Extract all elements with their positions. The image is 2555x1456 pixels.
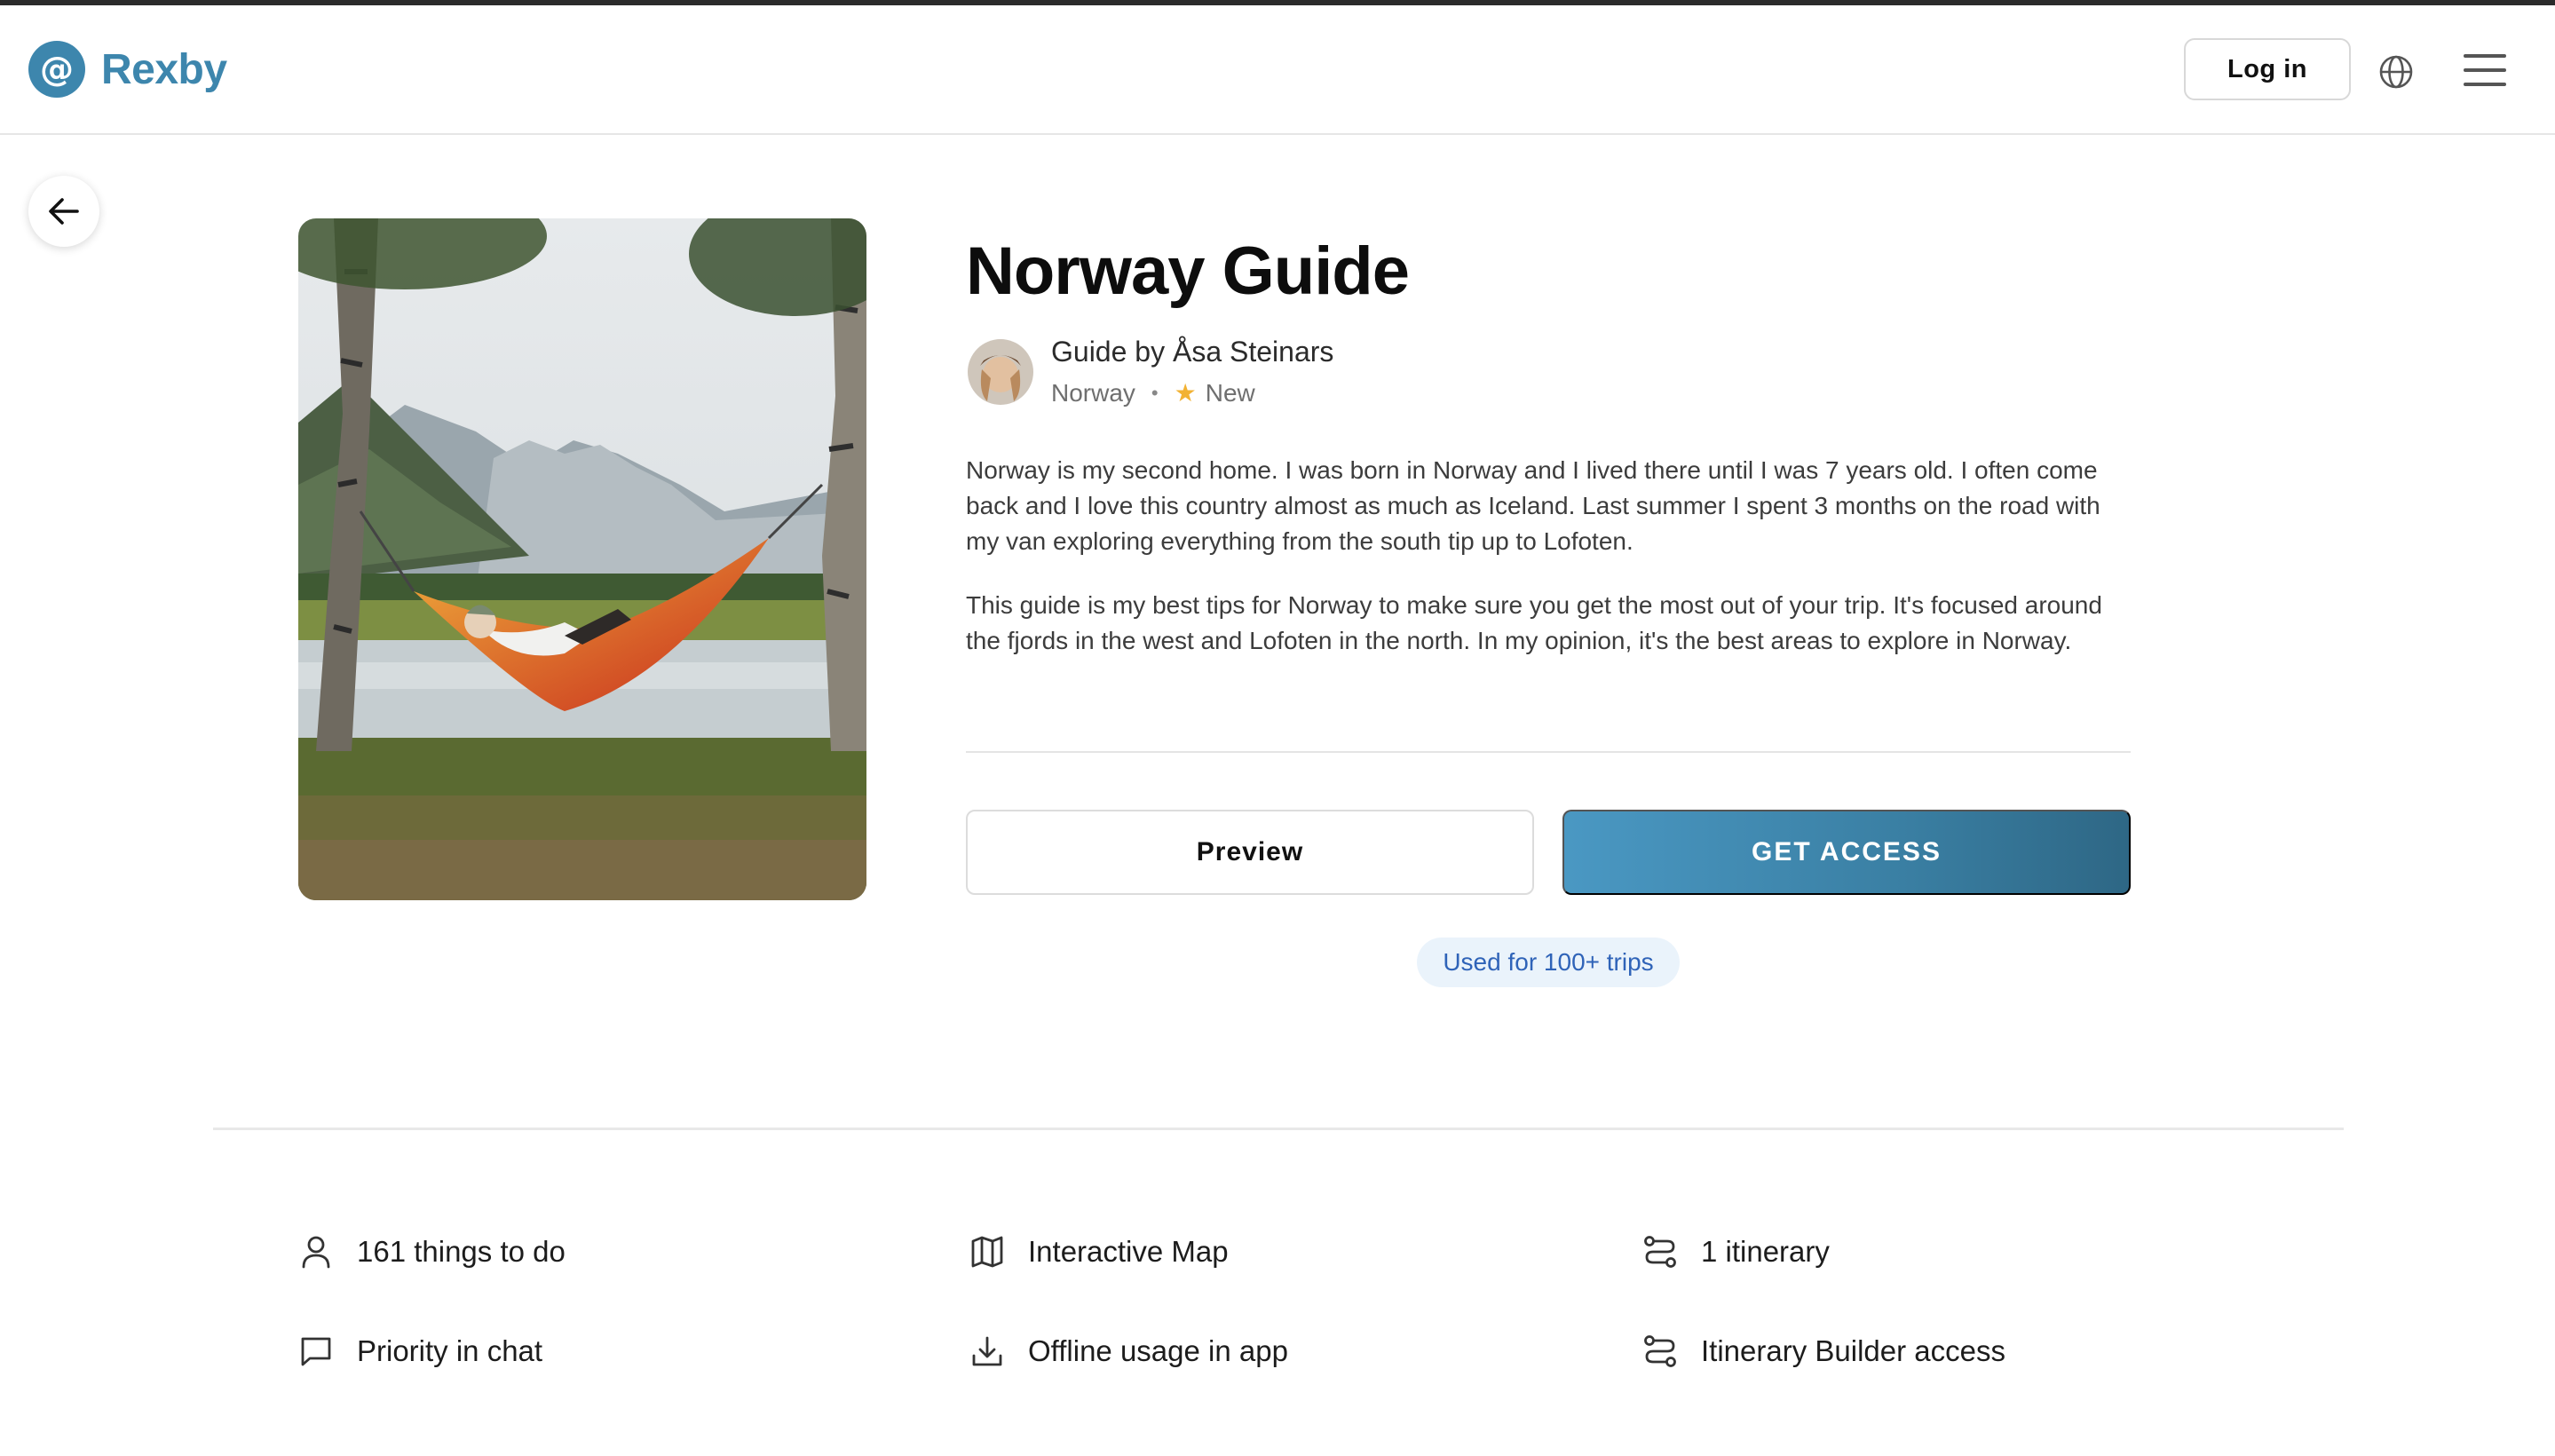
guide-title: Norway Guide xyxy=(966,233,1410,309)
feature-label: Offline usage in app xyxy=(1028,1334,1288,1367)
feature-label: Itinerary Builder access xyxy=(1701,1334,2005,1367)
author-avatar[interactable] xyxy=(968,339,1033,405)
feature-things-to-do: 161 things to do xyxy=(298,1234,566,1270)
feature-label: 1 itinerary xyxy=(1701,1235,1830,1268)
login-button[interactable]: Log in xyxy=(2184,38,2351,100)
feature-label: 161 things to do xyxy=(357,1235,566,1268)
back-button[interactable] xyxy=(28,176,99,247)
guide-location: Norway xyxy=(1051,378,1135,407)
divider xyxy=(966,751,2131,753)
guide-description-paragraph: This guide is my best tips for Norway to… xyxy=(966,591,2102,654)
usage-badge: Used for 100+ trips xyxy=(1417,938,1680,987)
logo-text: Rexby xyxy=(101,45,227,93)
author-name[interactable]: Guide by Åsa Steinars xyxy=(1051,336,1333,368)
feature-itinerary: 1 itinerary xyxy=(1642,1234,1830,1270)
star-icon: ★ xyxy=(1174,379,1197,407)
arrow-left-icon xyxy=(49,198,79,225)
logo-mark-icon: @ xyxy=(28,41,85,98)
chat-bubble-icon xyxy=(298,1333,334,1369)
globe-icon[interactable] xyxy=(2378,54,2414,90)
site-header: @ Rexby Log in xyxy=(0,5,2555,135)
feature-label: Priority in chat xyxy=(357,1334,543,1367)
guide-cover-image xyxy=(298,218,866,900)
preview-button[interactable]: Preview xyxy=(966,810,1534,895)
guide-description-paragraph: Norway is my second home. I was born in … xyxy=(966,456,2100,555)
rexby-logo[interactable]: @ Rexby xyxy=(28,41,227,98)
feature-interactive-map: Interactive Map xyxy=(969,1234,1229,1270)
route-icon xyxy=(1642,1333,1678,1369)
person-icon xyxy=(298,1234,334,1270)
hamburger-menu-icon[interactable] xyxy=(2463,51,2507,89)
feature-itinerary-builder: Itinerary Builder access xyxy=(1642,1333,2005,1369)
meta-separator: • xyxy=(1151,381,1159,404)
section-divider xyxy=(213,1128,2344,1130)
map-icon xyxy=(969,1234,1005,1270)
guide-status: New xyxy=(1205,378,1255,407)
feature-label: Interactive Map xyxy=(1028,1235,1229,1268)
download-icon xyxy=(969,1333,1005,1369)
guide-meta: Norway • ★ New xyxy=(1051,378,1255,408)
feature-offline-usage: Offline usage in app xyxy=(969,1333,1288,1369)
feature-priority-chat: Priority in chat xyxy=(298,1333,542,1369)
get-access-button[interactable]: GET ACCESS xyxy=(1562,810,2131,895)
route-icon xyxy=(1642,1234,1678,1270)
